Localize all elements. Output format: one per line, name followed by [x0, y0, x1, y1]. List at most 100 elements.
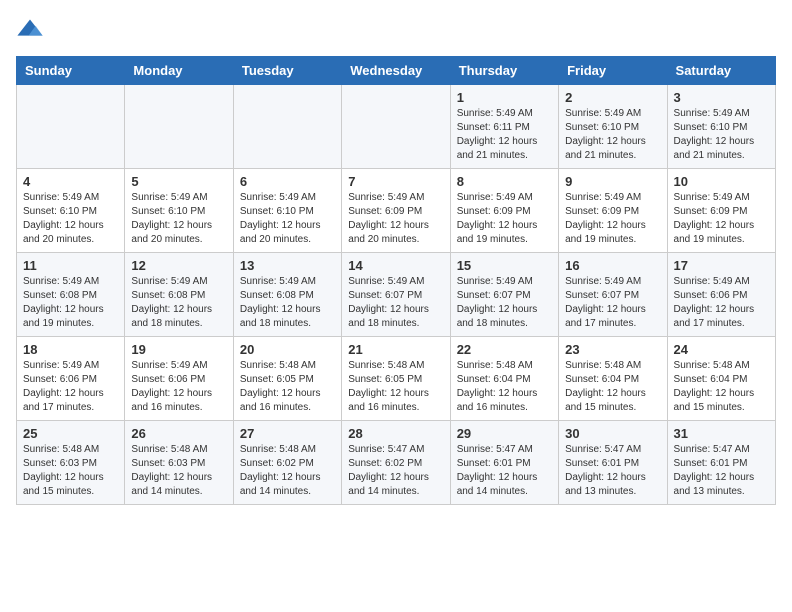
day-number: 21	[348, 342, 443, 357]
day-info: Sunrise: 5:49 AM Sunset: 6:07 PM Dayligh…	[348, 275, 443, 331]
calendar-week-row: 4 Sunrise: 5:49 AM Sunset: 6:10 PM Daylig…	[17, 169, 776, 253]
logo	[16, 16, 48, 44]
day-info: Sunrise: 5:48 AM Sunset: 6:03 PM Dayligh…	[131, 443, 226, 499]
day-info: Sunrise: 5:49 AM Sunset: 6:08 PM Dayligh…	[23, 275, 118, 331]
calendar-cell: 8Sunrise: 5:49 AM Sunset: 6:09 PM Daylig…	[450, 169, 558, 253]
day-number: 22	[457, 342, 552, 357]
calendar-cell	[17, 85, 125, 169]
day-number: 20	[240, 342, 335, 357]
calendar-cell: 3 Sunrise: 5:49 AM Sunset: 6:10 PM Daylig…	[667, 85, 775, 169]
day-number: 25	[23, 426, 118, 441]
calendar-cell: 28 Sunrise: 5:47 AM Sunset: 6:02 PM Dayli…	[342, 421, 450, 505]
day-number: 28	[348, 426, 443, 441]
day-number: 4	[23, 174, 118, 189]
calendar-week-row: 18 Sunrise: 5:49 AM Sunset: 6:06 PM Dayli…	[17, 337, 776, 421]
day-number: 29	[457, 426, 552, 441]
day-info: Sunrise: 5:49 AM Sunset: 6:09 PM Dayligh…	[348, 191, 443, 247]
day-number: 14	[348, 258, 443, 273]
day-number: 16	[565, 258, 660, 273]
day-info: Sunrise: 5:49 AM Sunset: 6:06 PM Dayligh…	[23, 359, 118, 415]
day-info: Sunrise: 5:49 AM Sunset: 6:09 PM Dayligh…	[565, 191, 660, 247]
day-number: 9	[565, 174, 660, 189]
calendar-cell: 30Sunrise: 5:47 AM Sunset: 6:01 PM Dayli…	[559, 421, 667, 505]
day-info: Sunrise: 5:48 AM Sunset: 6:04 PM Dayligh…	[565, 359, 660, 415]
day-info: Sunrise: 5:49 AM Sunset: 6:08 PM Dayligh…	[131, 275, 226, 331]
day-info: Sunrise: 5:49 AM Sunset: 6:10 PM Dayligh…	[240, 191, 335, 247]
calendar-cell: 20 Sunrise: 5:48 AM Sunset: 6:05 PM Dayli…	[233, 337, 341, 421]
calendar-cell: 27Sunrise: 5:48 AM Sunset: 6:02 PM Dayli…	[233, 421, 341, 505]
day-info: Sunrise: 5:49 AM Sunset: 6:09 PM Dayligh…	[457, 191, 552, 247]
day-info: Sunrise: 5:49 AM Sunset: 6:06 PM Dayligh…	[131, 359, 226, 415]
calendar-cell: 7 Sunrise: 5:49 AM Sunset: 6:09 PM Daylig…	[342, 169, 450, 253]
calendar-cell: 17Sunrise: 5:49 AM Sunset: 6:06 PM Dayli…	[667, 253, 775, 337]
day-number: 1	[457, 90, 552, 105]
calendar-cell: 10Sunrise: 5:49 AM Sunset: 6:09 PM Dayli…	[667, 169, 775, 253]
day-number: 2	[565, 90, 660, 105]
calendar-cell: 4 Sunrise: 5:49 AM Sunset: 6:10 PM Daylig…	[17, 169, 125, 253]
calendar-cell: 11 Sunrise: 5:49 AM Sunset: 6:08 PM Dayli…	[17, 253, 125, 337]
calendar-cell: 16 Sunrise: 5:49 AM Sunset: 6:07 PM Dayli…	[559, 253, 667, 337]
header-row: SundayMondayTuesdayWednesdayThursdayFrid…	[17, 57, 776, 85]
day-number: 23	[565, 342, 660, 357]
calendar-cell: 6 Sunrise: 5:49 AM Sunset: 6:10 PM Daylig…	[233, 169, 341, 253]
calendar-cell: 19 Sunrise: 5:49 AM Sunset: 6:06 PM Dayli…	[125, 337, 233, 421]
calendar-cell: 9 Sunrise: 5:49 AM Sunset: 6:09 PM Daylig…	[559, 169, 667, 253]
calendar-cell: 12 Sunrise: 5:49 AM Sunset: 6:08 PM Dayli…	[125, 253, 233, 337]
calendar-cell	[125, 85, 233, 169]
day-number: 3	[674, 90, 769, 105]
header-day-sunday: Sunday	[17, 57, 125, 85]
calendar-cell: 5Sunrise: 5:49 AM Sunset: 6:10 PM Daylig…	[125, 169, 233, 253]
calendar-cell: 14 Sunrise: 5:49 AM Sunset: 6:07 PM Dayli…	[342, 253, 450, 337]
calendar-week-row: 11 Sunrise: 5:49 AM Sunset: 6:08 PM Dayli…	[17, 253, 776, 337]
day-number: 26	[131, 426, 226, 441]
calendar-cell: 1 Sunrise: 5:49 AM Sunset: 6:11 PM Daylig…	[450, 85, 558, 169]
day-number: 24	[674, 342, 769, 357]
day-info: Sunrise: 5:49 AM Sunset: 6:07 PM Dayligh…	[565, 275, 660, 331]
day-info: Sunrise: 5:48 AM Sunset: 6:05 PM Dayligh…	[240, 359, 335, 415]
day-info: Sunrise: 5:49 AM Sunset: 6:10 PM Dayligh…	[565, 107, 660, 163]
day-number: 31	[674, 426, 769, 441]
calendar-cell	[342, 85, 450, 169]
calendar-cell: 13 Sunrise: 5:49 AM Sunset: 6:08 PM Dayli…	[233, 253, 341, 337]
day-info: Sunrise: 5:47 AM Sunset: 6:02 PM Dayligh…	[348, 443, 443, 499]
calendar-cell: 29 Sunrise: 5:47 AM Sunset: 6:01 PM Dayli…	[450, 421, 558, 505]
calendar-cell	[233, 85, 341, 169]
calendar-week-row: 25 Sunrise: 5:48 AM Sunset: 6:03 PM Dayli…	[17, 421, 776, 505]
day-info: Sunrise: 5:48 AM Sunset: 6:04 PM Dayligh…	[457, 359, 552, 415]
day-number: 13	[240, 258, 335, 273]
header-day-tuesday: Tuesday	[233, 57, 341, 85]
day-info: Sunrise: 5:48 AM Sunset: 6:04 PM Dayligh…	[674, 359, 769, 415]
day-info: Sunrise: 5:49 AM Sunset: 6:07 PM Dayligh…	[457, 275, 552, 331]
day-number: 7	[348, 174, 443, 189]
day-number: 15	[457, 258, 552, 273]
day-number: 11	[23, 258, 118, 273]
day-info: Sunrise: 5:47 AM Sunset: 6:01 PM Dayligh…	[457, 443, 552, 499]
day-number: 10	[674, 174, 769, 189]
day-number: 12	[131, 258, 226, 273]
day-info: Sunrise: 5:49 AM Sunset: 6:10 PM Dayligh…	[674, 107, 769, 163]
day-info: Sunrise: 5:47 AM Sunset: 6:01 PM Dayligh…	[565, 443, 660, 499]
calendar-header: SundayMondayTuesdayWednesdayThursdayFrid…	[17, 57, 776, 85]
calendar-cell: 18 Sunrise: 5:49 AM Sunset: 6:06 PM Dayli…	[17, 337, 125, 421]
day-info: Sunrise: 5:48 AM Sunset: 6:05 PM Dayligh…	[348, 359, 443, 415]
day-info: Sunrise: 5:49 AM Sunset: 6:10 PM Dayligh…	[23, 191, 118, 247]
day-info: Sunrise: 5:47 AM Sunset: 6:01 PM Dayligh…	[674, 443, 769, 499]
header-day-friday: Friday	[559, 57, 667, 85]
calendar-table: SundayMondayTuesdayWednesdayThursdayFrid…	[16, 56, 776, 505]
calendar-cell: 15 Sunrise: 5:49 AM Sunset: 6:07 PM Dayli…	[450, 253, 558, 337]
header-day-saturday: Saturday	[667, 57, 775, 85]
calendar-cell: 25 Sunrise: 5:48 AM Sunset: 6:03 PM Dayli…	[17, 421, 125, 505]
day-info: Sunrise: 5:49 AM Sunset: 6:08 PM Dayligh…	[240, 275, 335, 331]
day-number: 19	[131, 342, 226, 357]
header-day-monday: Monday	[125, 57, 233, 85]
calendar-week-row: 1 Sunrise: 5:49 AM Sunset: 6:11 PM Daylig…	[17, 85, 776, 169]
header-day-thursday: Thursday	[450, 57, 558, 85]
day-info: Sunrise: 5:49 AM Sunset: 6:06 PM Dayligh…	[674, 275, 769, 331]
day-number: 18	[23, 342, 118, 357]
calendar-cell: 2 Sunrise: 5:49 AM Sunset: 6:10 PM Daylig…	[559, 85, 667, 169]
day-info: Sunrise: 5:49 AM Sunset: 6:11 PM Dayligh…	[457, 107, 552, 163]
day-number: 6	[240, 174, 335, 189]
calendar-body: 1 Sunrise: 5:49 AM Sunset: 6:11 PM Daylig…	[17, 85, 776, 505]
day-number: 5	[131, 174, 226, 189]
day-info: Sunrise: 5:48 AM Sunset: 6:03 PM Dayligh…	[23, 443, 118, 499]
